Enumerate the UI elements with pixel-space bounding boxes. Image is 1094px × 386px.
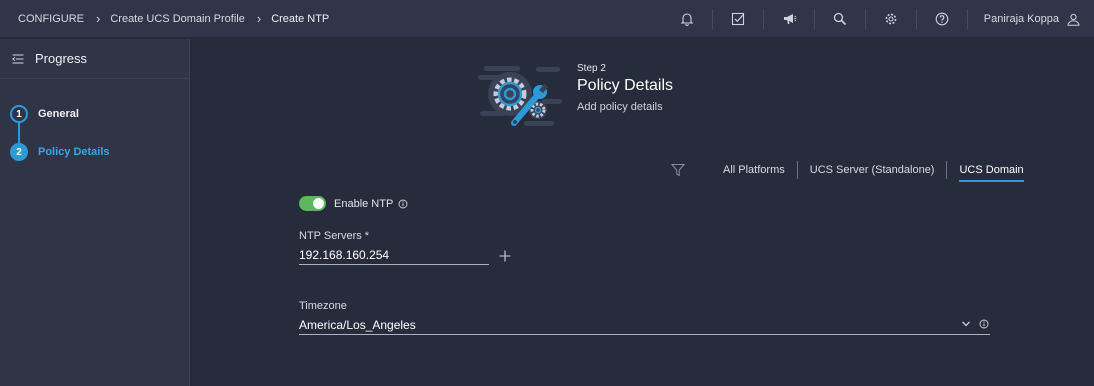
- filter-tab-all-platforms[interactable]: All Platforms: [711, 164, 797, 176]
- step-label: Policy Details: [38, 146, 110, 158]
- step-label: General: [38, 108, 79, 120]
- user-icon: [1067, 13, 1080, 26]
- breadcrumb: CONFIGURE › Create UCS Domain Profile › …: [0, 12, 329, 25]
- ntp-server-input[interactable]: 192.168.160.254: [299, 245, 489, 265]
- breadcrumb-create-ucs-domain-profile[interactable]: Create UCS Domain Profile: [110, 13, 245, 25]
- search-button[interactable]: [815, 0, 865, 38]
- toggle-knob: [313, 198, 324, 209]
- ntp-servers-label: NTP Servers *: [299, 230, 370, 242]
- notifications-button[interactable]: [662, 0, 712, 38]
- settings-button[interactable]: [866, 0, 916, 38]
- enable-ntp-label: Enable NTP: [334, 197, 394, 210]
- step-info: Step 2 Policy Details Add policy details: [577, 63, 673, 113]
- filter-tab-ucs-domain[interactable]: UCS Domain: [947, 164, 1035, 182]
- page-subtitle: Add policy details: [577, 101, 663, 113]
- breadcrumb-create-ntp: Create NTP: [271, 12, 330, 25]
- progress-header: Progress: [0, 39, 189, 79]
- chevron-right-icon: ›: [256, 11, 262, 26]
- enable-ntp-toggle[interactable]: [299, 196, 326, 211]
- platform-filter: All Platforms UCS Server (Standalone) UC…: [671, 159, 1036, 182]
- user-name: Paniraja Koppa: [983, 13, 1059, 25]
- step-number-label: Step 2: [577, 63, 606, 74]
- collapse-menu-icon[interactable]: [12, 54, 24, 64]
- info-icon[interactable]: [979, 319, 989, 329]
- step-general[interactable]: 1 General: [0, 95, 189, 133]
- help-button[interactable]: [917, 0, 967, 38]
- enable-ntp-row: Enable NTP: [299, 196, 408, 211]
- megaphone-icon: [783, 14, 796, 24]
- timezone-value: America/Los_Angeles: [299, 317, 416, 332]
- step-number: 1: [10, 105, 28, 123]
- main-content: Step 2 Policy Details Add policy details…: [191, 39, 1094, 386]
- step-number: 2: [10, 143, 28, 161]
- chevron-down-icon[interactable]: [961, 320, 971, 328]
- checklist-icon: [732, 12, 745, 26]
- policy-gear-wrench-icon: [478, 66, 562, 126]
- timezone-controls: [961, 319, 989, 329]
- breadcrumb-configure[interactable]: CONFIGURE: [18, 13, 84, 25]
- tasks-button[interactable]: [713, 0, 763, 38]
- add-ntp-server-button[interactable]: [499, 249, 511, 267]
- timezone-label: Timezone: [299, 300, 347, 312]
- plus-icon: [499, 250, 511, 262]
- progress-sidebar: Progress 1 General 2 Policy Details: [0, 39, 190, 386]
- top-bar: CONFIGURE › Create UCS Domain Profile › …: [0, 0, 1094, 38]
- step-connector: [18, 121, 20, 143]
- bell-icon: [680, 13, 694, 26]
- step-policy-details[interactable]: 2 Policy Details: [0, 133, 189, 171]
- announcements-button[interactable]: [764, 0, 814, 38]
- filter-tab-ucs-server-standalone[interactable]: UCS Server (Standalone): [798, 164, 947, 176]
- filter-icon[interactable]: [671, 163, 685, 177]
- progress-steps: 1 General 2 Policy Details: [0, 79, 189, 171]
- chevron-right-icon: ›: [96, 11, 101, 26]
- progress-title: Progress: [35, 51, 88, 66]
- header-actions: Paniraja Koppa: [662, 0, 1094, 38]
- search-icon: [834, 12, 847, 26]
- info-icon[interactable]: [398, 199, 408, 209]
- page-title: Policy Details: [577, 77, 674, 94]
- timezone-select[interactable]: America/Los_Angeles: [299, 315, 990, 335]
- gear-icon: [885, 13, 897, 25]
- help-icon: [935, 12, 949, 26]
- user-menu[interactable]: Paniraja Koppa: [968, 0, 1094, 38]
